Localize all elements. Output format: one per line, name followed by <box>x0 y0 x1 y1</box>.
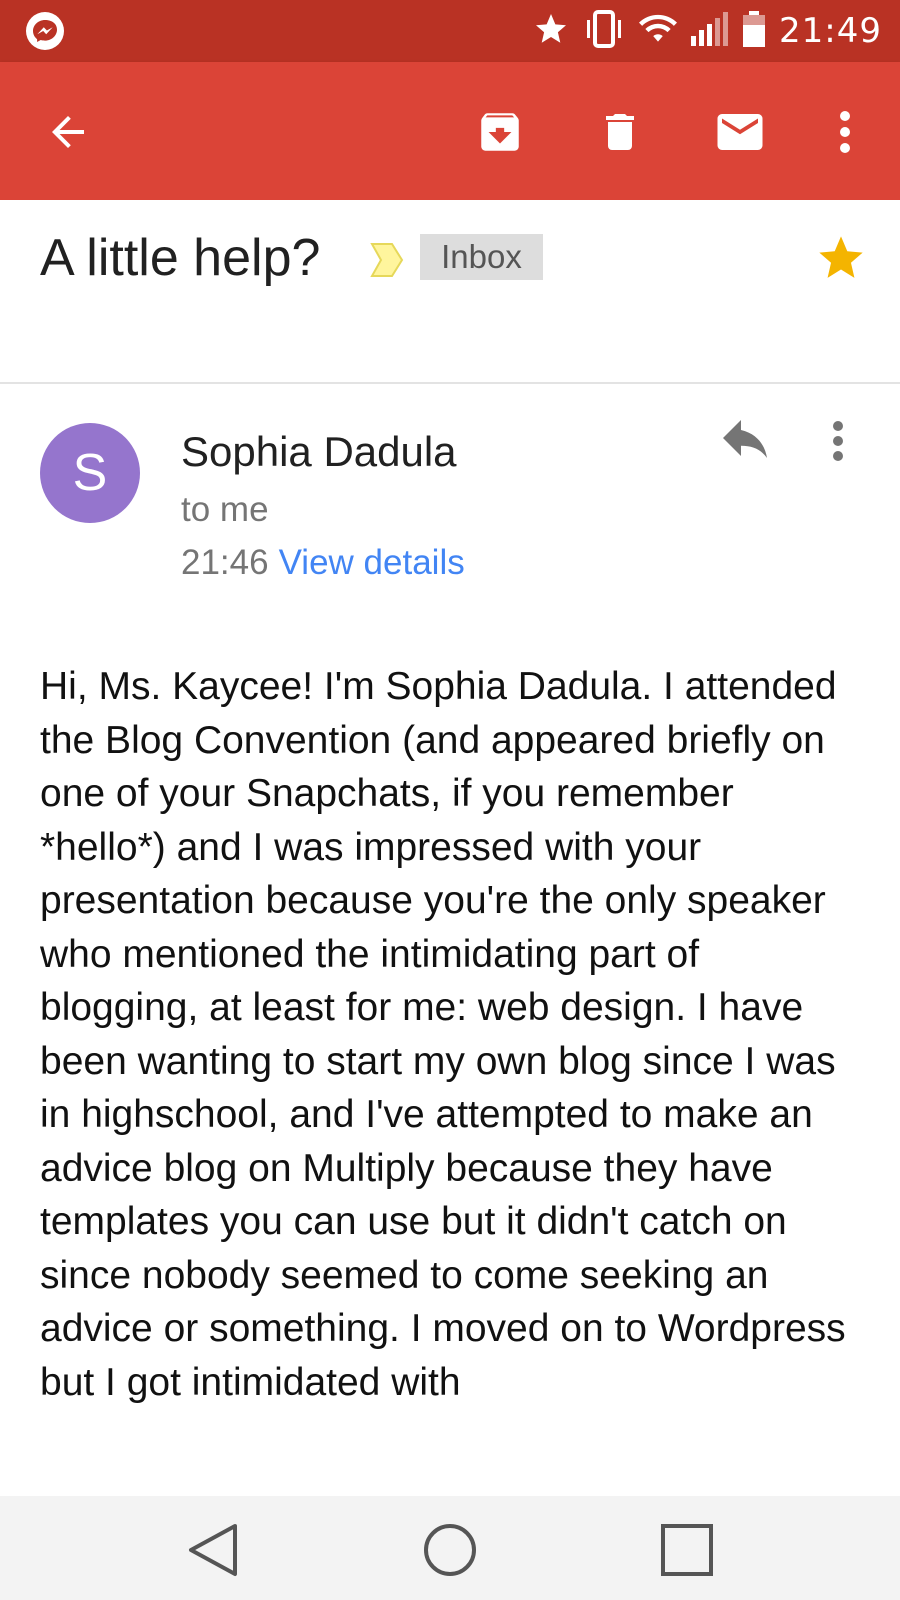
view-details-link[interactable]: View details <box>279 543 465 582</box>
back-arrow-icon[interactable] <box>38 102 98 162</box>
divider <box>0 382 900 384</box>
wifi-icon <box>639 13 678 50</box>
signal-icon <box>691 11 729 51</box>
reply-icon[interactable] <box>720 420 770 465</box>
status-icons: 21:49 <box>533 9 882 53</box>
recipient-line: to me <box>181 490 269 529</box>
battery-icon <box>743 10 766 52</box>
email-toolbar <box>0 62 900 200</box>
star-icon <box>533 11 569 52</box>
mark-unread-icon[interactable] <box>710 102 770 162</box>
importance-marker-icon[interactable] <box>370 242 404 283</box>
nav-back-icon[interactable] <box>180 1518 244 1582</box>
subject-row: A little help? <box>0 200 900 382</box>
navigation-bar <box>0 1496 900 1600</box>
vibrate-icon <box>583 9 625 53</box>
avatar[interactable]: S <box>40 423 140 523</box>
nav-recents-icon[interactable] <box>655 1518 719 1582</box>
email-body: Hi, Ms. Kaycee! I'm Sophia Dadula. I att… <box>40 665 846 1404</box>
more-vert-icon[interactable] <box>815 102 875 162</box>
sender-name: Sophia Dadula <box>181 428 457 475</box>
nav-home-icon[interactable] <box>418 1518 482 1582</box>
archive-icon[interactable] <box>470 102 530 162</box>
delete-icon[interactable] <box>590 102 650 162</box>
star-icon[interactable] <box>815 232 867 289</box>
messenger-icon <box>26 12 64 50</box>
message-time: 21:46 <box>181 543 269 582</box>
message-meta: 21:46 View details <box>181 543 465 583</box>
status-bar: 21:49 <box>0 0 900 62</box>
message-more-icon[interactable] <box>832 420 844 467</box>
email-subject: A little help? <box>40 229 321 287</box>
clock: 21:49 <box>779 11 882 51</box>
inbox-label: Inbox <box>420 234 543 280</box>
